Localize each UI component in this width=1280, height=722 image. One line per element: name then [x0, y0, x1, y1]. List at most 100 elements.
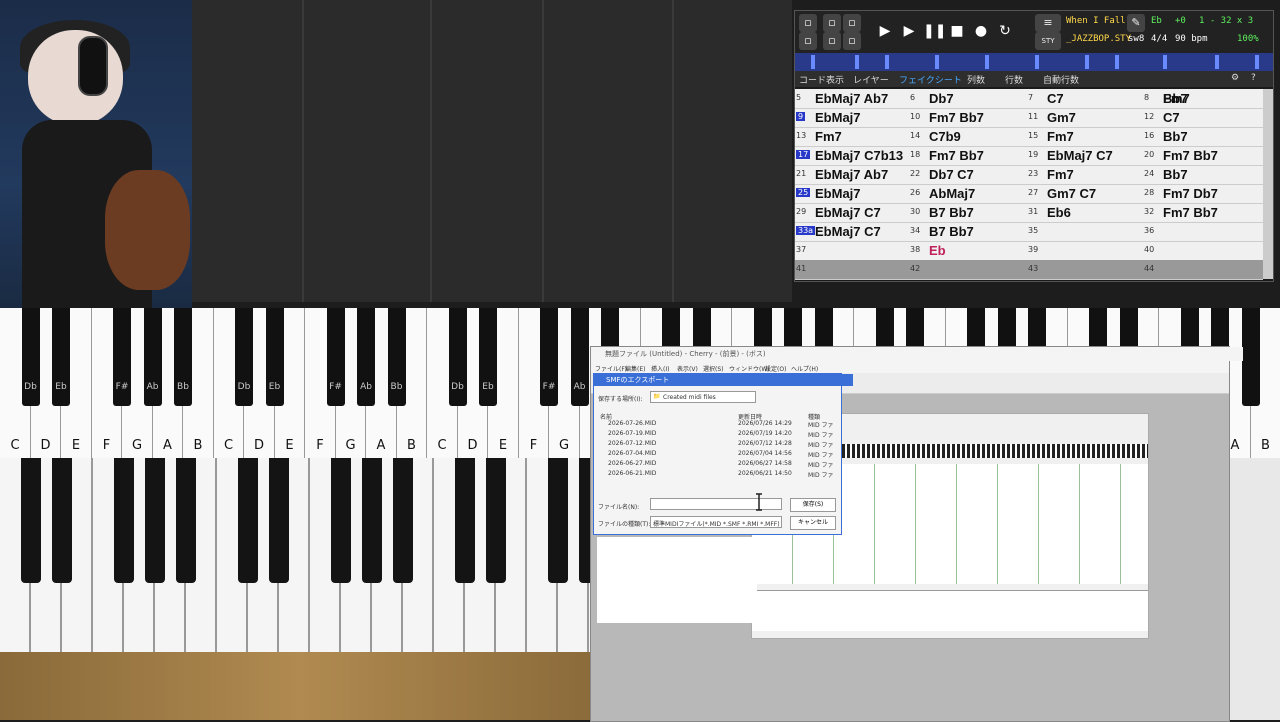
sheet-row[interactable]: 25262728EbMaj7AbMaj7Gm7 C7Fm7 Db7 [795, 184, 1263, 204]
key-value[interactable]: Eb [1151, 16, 1162, 26]
filename-input[interactable] [650, 498, 782, 510]
chord-symbol[interactable]: Eb6 [1047, 205, 1071, 220]
black-key[interactable]: Bb [174, 308, 192, 406]
sheet-row[interactable]: 5678EbMaj7 Ab7Db7C7Fm7Bb7 [795, 89, 1263, 109]
loop-range[interactable]: 1 - 32 x 3 [1199, 16, 1253, 26]
sheet-row[interactable]: 29303132EbMaj7 C7B7 Bb7Eb6Fm7 Bb7 [795, 203, 1263, 223]
chord-symbol[interactable]: Fm7 Db7 [1163, 186, 1218, 201]
toolbar-button[interactable]: ▫ [843, 14, 861, 32]
edit-icon[interactable]: ✎ [1127, 14, 1145, 32]
toolbar-button[interactable]: ▫ [843, 32, 861, 50]
loop-icon[interactable]: ↻ [995, 21, 1015, 41]
chord-symbol[interactable]: EbMaj7 [815, 186, 861, 201]
record-icon[interactable]: ● [971, 21, 991, 41]
chord-symbol[interactable]: Db7 [929, 91, 954, 106]
menu-select[interactable]: 選択(S) [703, 364, 724, 373]
chord-symbol[interactable]: Fm7 Bb7 [1163, 148, 1218, 163]
play-from-icon[interactable]: ▶ [899, 21, 919, 41]
toolbar-button[interactable]: ▫ [823, 32, 841, 50]
sheet-row[interactable]: 9101112EbMaj7Fm7 Bb7Gm7C7 [795, 108, 1263, 128]
layer-option[interactable]: レイヤー [853, 73, 889, 86]
sheet-row[interactable]: 17181920EbMaj7 C7b13Fm7 Bb7EbMaj7 C7Fm7 … [795, 146, 1263, 166]
chord-symbol[interactable]: EbMaj7 Ab7 [815, 91, 888, 106]
menu-insert[interactable]: 挿入(I) [651, 364, 669, 373]
sheet-scrollbar[interactable] [1263, 89, 1273, 279]
chord-symbol[interactable]: Fm7 [1047, 167, 1074, 182]
menu-window[interactable]: ウィンドウ(W) [729, 364, 770, 373]
sheet-row[interactable]: 41424344 [795, 260, 1263, 280]
chord-symbol[interactable]: Gm7 [1047, 110, 1076, 125]
chord-symbol[interactable]: Db7 C7 [929, 167, 974, 182]
black-key[interactable]: Eb [479, 308, 497, 406]
chord-symbol[interactable]: EbMaj7 [815, 110, 861, 125]
black-key[interactable]: F# [327, 308, 345, 406]
save-button[interactable]: 保存(S) [790, 498, 836, 512]
file-row[interactable]: 2026-06-27.MID2026/06/27 14:58MID ファ [600, 460, 830, 470]
menu-help[interactable]: ヘルプ(H) [791, 364, 818, 373]
transpose-value[interactable]: +0 [1175, 16, 1186, 26]
pause-icon[interactable]: ❚❚ [923, 21, 943, 41]
chord-symbol[interactable]: Gm7 C7 [1047, 186, 1096, 201]
stop-icon[interactable]: ■ [947, 21, 967, 41]
file-row[interactable]: 2026-07-12.MID2026/07/12 14:28MID ファ [600, 440, 830, 450]
play-icon[interactable]: ▶ [875, 21, 895, 41]
folder-select[interactable]: 📁 Created midi files [650, 391, 756, 403]
toolbar-button[interactable]: ▫ [799, 14, 817, 32]
file-row[interactable]: 2026-07-19.MID2026/07/19 14:20MID ファ [600, 430, 830, 440]
cancel-button[interactable]: キャンセル [790, 516, 836, 530]
chord-symbol[interactable]: Fm7 Bb7 [929, 148, 984, 163]
chord-symbol[interactable]: Fm7 Bb7 [1163, 205, 1218, 220]
toolbar-button[interactable]: ▫ [823, 14, 841, 32]
black-key[interactable]: Ab [571, 308, 589, 406]
song-title[interactable]: When I Fall I [1066, 16, 1136, 26]
sheet-row[interactable]: 21222324EbMaj7 Ab7Db7 C7Fm7Bb7 [795, 165, 1263, 185]
chord-symbol[interactable]: EbMaj7 Ab7 [815, 167, 888, 182]
chord-symbol[interactable]: EbMaj7 C7 [815, 205, 881, 220]
chord-symbol[interactable]: C7b9 [929, 129, 961, 144]
chord-symbol[interactable]: AbMaj7 [929, 186, 975, 201]
style-name[interactable]: _JAZZBOP.STY [1066, 34, 1131, 44]
chord-symbol[interactable]: Bb7 [1163, 129, 1188, 144]
chord-symbol[interactable]: Eb [929, 243, 946, 258]
black-key[interactable]: Ab [357, 308, 375, 406]
black-key[interactable]: Bb [388, 308, 406, 406]
timeline-bar[interactable] [795, 53, 1273, 71]
chord-symbol[interactable]: B7 Bb7 [929, 224, 974, 239]
volume-value[interactable]: 100% [1237, 34, 1259, 44]
black-key[interactable]: Db [22, 308, 40, 406]
black-key[interactable]: F# [113, 308, 131, 406]
chord-symbol[interactable]: Bb7 [1163, 91, 1188, 106]
chord-symbol[interactable]: Fm7 [1047, 129, 1074, 144]
chord-symbol[interactable]: Fm7 [815, 129, 842, 144]
black-key[interactable]: Eb [52, 308, 70, 406]
chord-sheet[interactable]: 5678EbMaj7 Ab7Db7C7Fm7Bb79101112EbMaj7Fm… [795, 89, 1263, 279]
black-key[interactable]: Eb [266, 308, 284, 406]
columns-option[interactable]: 列数 [967, 73, 985, 86]
style-button[interactable]: STY [1035, 32, 1061, 50]
chord-symbol[interactable]: Bb7 [1163, 167, 1188, 182]
chord-symbol[interactable]: EbMaj7 C7b13 [815, 148, 903, 163]
rows-option[interactable]: 行数 [1005, 73, 1023, 86]
menu-edit[interactable]: 編集(E) [625, 364, 645, 373]
filetype-select[interactable]: 標準MIDIファイル(*.MID *.SMF *.RMI *.MFF) [650, 516, 782, 528]
black-key[interactable]: Db [449, 308, 467, 406]
help-icon[interactable]: ? [1251, 73, 1256, 83]
file-row[interactable]: 2026-07-26.MID2026/07/26 14:29MID ファ [600, 420, 830, 430]
chord-symbol[interactable]: B7 Bb7 [929, 205, 974, 220]
toolbar-button[interactable]: ▫ [799, 32, 817, 50]
gear-icon[interactable]: ⚙ [1231, 73, 1239, 83]
chord-symbol[interactable]: C7 [1163, 110, 1180, 125]
chord-symbol[interactable]: Fm7 Bb7 [929, 110, 984, 125]
black-key[interactable]: F# [540, 308, 558, 406]
chord-symbol[interactable]: EbMaj7 C7 [815, 224, 881, 239]
file-list[interactable]: 2026-07-26.MID2026/07/26 14:29MID ファ2026… [594, 420, 841, 484]
file-row[interactable]: 2026-07-04.MID2026/07/04 14:56MID ファ [600, 450, 830, 460]
sheet-row[interactable]: 13141516Fm7C7b9Fm7Bb7 [795, 127, 1263, 147]
chord-display-option[interactable]: コード表示 [799, 73, 844, 86]
sheet-row[interactable]: 33a343536EbMaj7 C7B7 Bb7 [795, 222, 1263, 242]
fakesheet-option[interactable]: フェイクシート [899, 73, 962, 86]
menu-view[interactable]: 表示(V) [677, 364, 698, 373]
auto-rows-option[interactable]: 自動行数 [1043, 73, 1079, 86]
chord-symbol[interactable]: EbMaj7 C7 [1047, 148, 1113, 163]
menu-file[interactable]: ファイル(F) [595, 364, 627, 373]
